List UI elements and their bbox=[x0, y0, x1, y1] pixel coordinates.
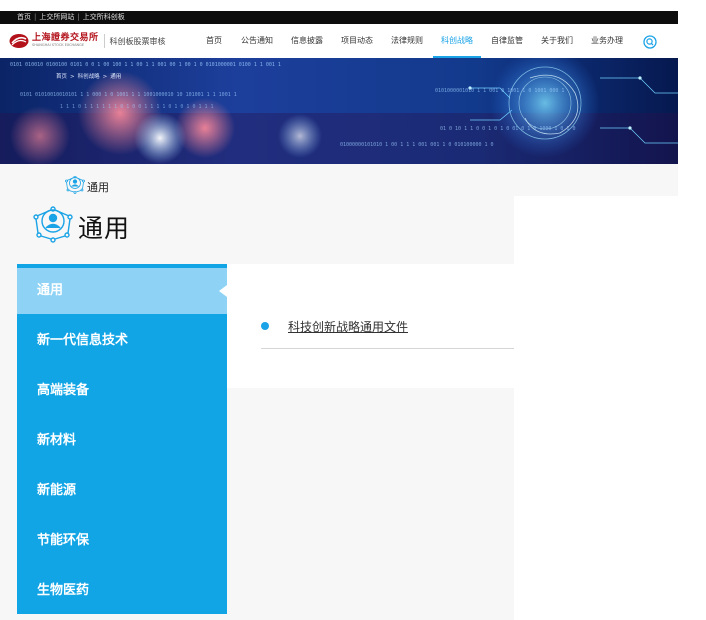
breadcrumb-current: 通用 bbox=[110, 74, 122, 80]
sidebar-item-3[interactable]: 新材料 bbox=[17, 418, 227, 464]
topbar-separator: | bbox=[77, 13, 80, 21]
list-item: 科技创新战略通用文件 bbox=[261, 318, 514, 349]
banner-binary-text: 01 0 10 1 1 0 0 1 0 1 0 01 0 1 0 1000 1 … bbox=[440, 126, 575, 132]
banner-binary-text: 1 1 1 0 1 1 1 1 1 1 0 1 0 0 1 1 1 1 0 1 … bbox=[60, 104, 214, 110]
sse-logo-icon bbox=[9, 33, 29, 49]
sidebar-item-0[interactable]: 通用 bbox=[17, 268, 227, 314]
page-title: 通用 bbox=[31, 206, 130, 248]
breadcrumb-arrow-icon: > bbox=[70, 74, 75, 80]
banner-binary-text: 01000000101010 1 00 1 1 1 001 001 1 0 01… bbox=[340, 142, 494, 148]
sidebar-item-1[interactable]: 新一代信息技术 bbox=[17, 318, 227, 364]
topbar-link-star-market[interactable]: 上交所科创板 bbox=[83, 13, 125, 21]
nav-item-3[interactable]: 项目动态 bbox=[341, 24, 373, 58]
banner-binary-text: 0101 010010 0100100 0101 0 0 1 00 100 1 … bbox=[10, 62, 281, 68]
sidebar-item-5[interactable]: 节能环保 bbox=[17, 518, 227, 564]
sidebar-item-2[interactable]: 高端装备 bbox=[17, 368, 227, 414]
nav-item-7[interactable]: 关于我们 bbox=[541, 24, 573, 58]
topbar-link-sse[interactable]: 上交所网站 bbox=[39, 13, 74, 21]
nav-item-6[interactable]: 自律监管 bbox=[491, 24, 523, 58]
nav-item-8[interactable]: 业务办理 bbox=[591, 24, 623, 58]
breadcrumb-strategy[interactable]: 科创战略 bbox=[78, 74, 100, 80]
section-crumb: 通用 bbox=[64, 175, 109, 198]
logo-divider bbox=[103, 34, 105, 48]
bullet-dot-icon bbox=[261, 322, 269, 330]
topbar-separator: | bbox=[34, 13, 37, 21]
logo-subtitle: 科创板股票审核 bbox=[109, 36, 166, 46]
logo-english-name: SHANGHAI STOCK EXCHANGE bbox=[32, 43, 85, 48]
nav-item-1[interactable]: 公告通知 bbox=[241, 24, 273, 58]
banner-binary-text: 0101000001010 1 1 001 0 1001 1 0 1001 00… bbox=[435, 88, 564, 94]
sidebar-item-4[interactable]: 新能源 bbox=[17, 468, 227, 514]
main-nav: 首页 公告通知 信息披露 项目动态 法律规则 科创战略 自律监管 关于我们 业务办理 bbox=[206, 24, 623, 58]
site-logo[interactable]: 上海證券交易所 SHANGHAI STOCK EXCHANGE 科创板股票审核 bbox=[9, 33, 166, 49]
search-icon[interactable] bbox=[643, 34, 657, 49]
page-title-label: 通用 bbox=[78, 214, 131, 243]
nav-item-4[interactable]: 法律规则 bbox=[391, 24, 423, 58]
sidebar-item-6[interactable]: 生物医药 bbox=[17, 568, 227, 614]
network-person-icon bbox=[64, 175, 86, 198]
nav-item-2[interactable]: 信息披露 bbox=[291, 24, 323, 58]
document-link[interactable]: 科技创新战略通用文件 bbox=[288, 318, 408, 335]
category-sidebar: 通用 新一代信息技术 高端装备 新材料 新能源 节能环保 生物医药 bbox=[17, 264, 227, 614]
top-utility-bar: 首页 | 上交所网站 | 上交所科创板 bbox=[0, 11, 678, 24]
banner-binary-text: 0101 01010010010101 1 1 000 1 0 1001 1 1… bbox=[20, 92, 237, 98]
banner-breadcrumb: 首页 > 科创战略 > 通用 bbox=[56, 72, 121, 80]
network-person-icon bbox=[31, 206, 75, 248]
breadcrumb-arrow-icon: > bbox=[102, 74, 108, 80]
section-crumb-label: 通用 bbox=[87, 181, 109, 194]
nav-item-5[interactable]: 科创战略 bbox=[433, 24, 481, 58]
logo-chinese-name: 上海證券交易所 bbox=[32, 33, 99, 44]
site-header: 上海證券交易所 SHANGHAI STOCK EXCHANGE 科创板股票审核 … bbox=[0, 24, 678, 58]
breadcrumb-home[interactable]: 首页 bbox=[56, 74, 67, 80]
topbar-link-home[interactable]: 首页 bbox=[17, 13, 31, 21]
nav-item-0[interactable]: 首页 bbox=[206, 24, 222, 58]
